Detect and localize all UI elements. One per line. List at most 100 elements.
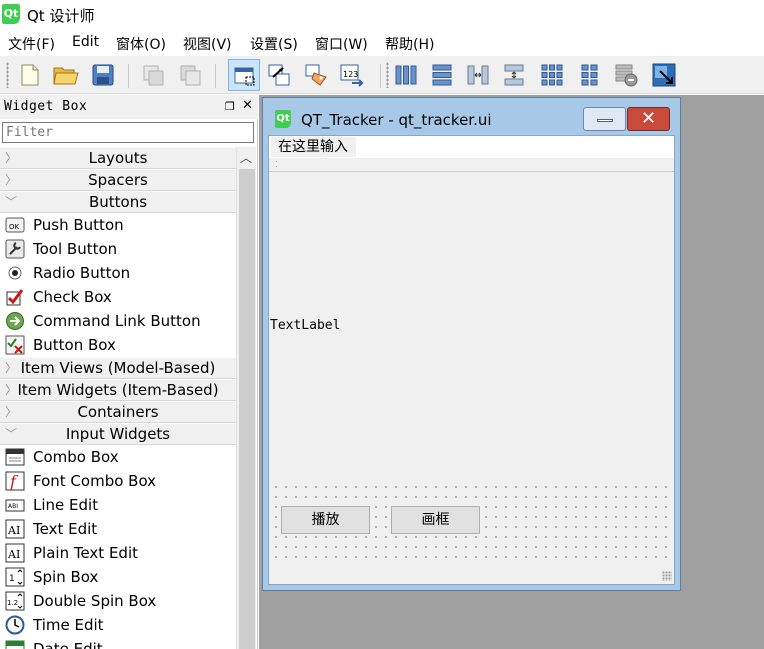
widget-item-label: Double Spin Box <box>33 592 157 610</box>
widget-item-label: Combo Box <box>33 448 119 466</box>
layout-vertical-splitter-icon[interactable] <box>500 61 528 89</box>
widget-item-time-edit[interactable]: Time Edit <box>0 613 236 637</box>
category-item-widgets[interactable]: 〉 Item Widgets (Item-Based) <box>0 379 236 401</box>
widget-item-radio-button[interactable]: Radio Button <box>0 261 236 285</box>
scroll-up-icon[interactable]: ︿ <box>240 149 252 166</box>
menu-settings[interactable]: 设置(S) <box>250 34 298 54</box>
category-spacers[interactable]: 〉 Spacers <box>0 169 236 191</box>
layout-grid-icon[interactable] <box>538 61 566 89</box>
resize-grip-icon[interactable] <box>662 571 672 581</box>
toolbar-separator <box>215 64 216 88</box>
button-box-icon <box>5 335 25 355</box>
widget-item-label: Line Edit <box>33 496 99 514</box>
break-layout-icon[interactable] <box>612 61 640 89</box>
edit-buddies-icon[interactable] <box>302 61 330 89</box>
chevron-right-icon: 〉 <box>5 405 18 419</box>
scrollbar-thumb[interactable] <box>239 169 255 649</box>
widget-item-label: Font Combo Box <box>33 472 157 490</box>
float-dock-icon[interactable]: ❐ <box>225 100 235 113</box>
form-menu-bar: 在这里输入 <box>269 136 674 158</box>
save-icon[interactable] <box>89 61 117 89</box>
widget-item-label: Spin Box <box>33 568 99 586</box>
qt-logo-icon: Qt <box>2 4 20 24</box>
play-button[interactable]: 播放 <box>281 506 370 534</box>
toolbar-grip[interactable] <box>6 62 9 88</box>
category-input-widgets[interactable]: ﹀ Input Widgets <box>0 423 236 445</box>
copy-icon[interactable] <box>139 61 167 89</box>
widget-item-label: Button Box <box>33 336 116 354</box>
widget-item-label: Time Edit <box>33 616 104 634</box>
central-widget[interactable]: TextLabel 播放 画框 <box>269 173 674 584</box>
widget-filter-input[interactable] <box>2 122 254 143</box>
push-button-icon: OK <box>5 217 25 233</box>
form-title-bar[interactable]: Qt QT_Tracker - qt_tracker.ui ✕ <box>263 98 680 134</box>
widget-item-command-link-button[interactable]: Command Link Button <box>0 309 236 333</box>
time-edit-icon <box>5 615 25 635</box>
toolbar-grip[interactable] <box>386 62 389 88</box>
menu-file[interactable]: 文件(F) <box>8 34 55 54</box>
type-here-menu[interactable]: 在这里输入 <box>271 137 356 157</box>
new-file-icon[interactable] <box>16 61 44 89</box>
widget-item-label: Radio Button <box>33 264 131 282</box>
paste-icon[interactable] <box>176 61 204 89</box>
widget-item-line-edit[interactable]: ABI Line Edit <box>0 493 236 517</box>
form-title: QT_Tracker - qt_tracker.ui <box>301 111 492 129</box>
layout-vertical-icon[interactable] <box>428 61 456 89</box>
menu-view[interactable]: 视图(V) <box>183 34 232 54</box>
toolbar-separator <box>380 64 381 88</box>
layout-form-icon[interactable] <box>576 61 604 89</box>
draw-frame-button[interactable]: 画框 <box>391 506 480 534</box>
widget-item-plain-text-edit[interactable]: AI Plain Text Edit <box>0 541 236 565</box>
edit-widgets-icon[interactable] <box>228 59 260 91</box>
font-combo-box-icon: f <box>5 471 25 491</box>
category-item-views[interactable]: 〉 Item Views (Model-Based) <box>0 357 236 379</box>
widget-item-check-box[interactable]: Check Box <box>0 285 236 309</box>
widget-item-label: Tool Button <box>33 240 118 258</box>
toolbar-grip[interactable]: ⁚ <box>275 161 278 169</box>
command-link-icon <box>6 312 24 330</box>
edit-tab-order-icon[interactable]: 123 <box>339 61 367 89</box>
widget-list: 〉 Layouts 〉 Spacers ﹀ Buttons OK Push Butto… <box>0 147 236 649</box>
svg-text:123: 123 <box>343 70 358 79</box>
widget-item-combo-box[interactable]: Combo Box <box>0 445 236 469</box>
category-containers[interactable]: 〉 Containers <box>0 401 236 423</box>
text-label[interactable]: TextLabel <box>270 318 340 333</box>
spin-box-icon: 1 <box>5 567 25 587</box>
widget-list-scrollbar[interactable]: ︿ <box>236 147 256 649</box>
widget-item-text-edit[interactable]: AI Text Edit <box>0 517 236 541</box>
widget-item-font-combo-box[interactable]: f Font Combo Box <box>0 469 236 493</box>
widget-item-spin-box[interactable]: 1 Spin Box <box>0 565 236 589</box>
widget-item-date-edit[interactable]: Date Edit <box>0 637 236 649</box>
minimize-button[interactable] <box>583 107 626 131</box>
category-layouts[interactable]: 〉 Layouts <box>0 147 236 169</box>
adjust-size-icon[interactable] <box>650 61 678 89</box>
widget-item-tool-button[interactable]: Tool Button <box>0 237 236 261</box>
category-buttons[interactable]: ﹀ Buttons <box>0 191 236 213</box>
chevron-right-icon: 〉 <box>5 151 18 165</box>
layout-horizontal-icon[interactable] <box>392 61 420 89</box>
svg-text:AI: AI <box>7 524 20 537</box>
svg-text:1.2: 1.2 <box>7 599 18 607</box>
category-label: Input Widgets <box>65 425 171 443</box>
menu-edit[interactable]: Edit <box>72 34 99 50</box>
widget-item-label: Plain Text Edit <box>33 544 138 562</box>
open-folder-icon[interactable] <box>52 61 80 89</box>
chevron-right-icon: 〉 <box>5 173 18 187</box>
radio-button-icon <box>8 266 22 280</box>
menu-form[interactable]: 窗体(O) <box>116 34 166 54</box>
menu-help[interactable]: 帮助(H) <box>385 34 434 54</box>
chevron-right-icon: 〉 <box>5 383 18 397</box>
svg-text:1: 1 <box>9 574 15 584</box>
close-button[interactable]: ✕ <box>627 107 670 131</box>
widget-box-header: Widget Box ❐ ✕ <box>0 95 258 119</box>
category-label: Containers <box>77 403 159 421</box>
layout-horizontal-splitter-icon[interactable] <box>464 61 492 89</box>
form-toolbar: ⁚ <box>269 158 674 172</box>
widget-item-double-spin-box[interactable]: 1.2 Double Spin Box <box>0 589 236 613</box>
widget-item-push-button[interactable]: OK Push Button <box>0 213 236 237</box>
close-dock-icon[interactable]: ✕ <box>242 98 253 113</box>
widget-item-button-box[interactable]: Button Box <box>0 333 236 357</box>
menu-window[interactable]: 窗口(W) <box>315 34 368 54</box>
edit-signals-slots-icon[interactable] <box>265 61 293 89</box>
text-edit-icon: AI <box>5 519 25 539</box>
